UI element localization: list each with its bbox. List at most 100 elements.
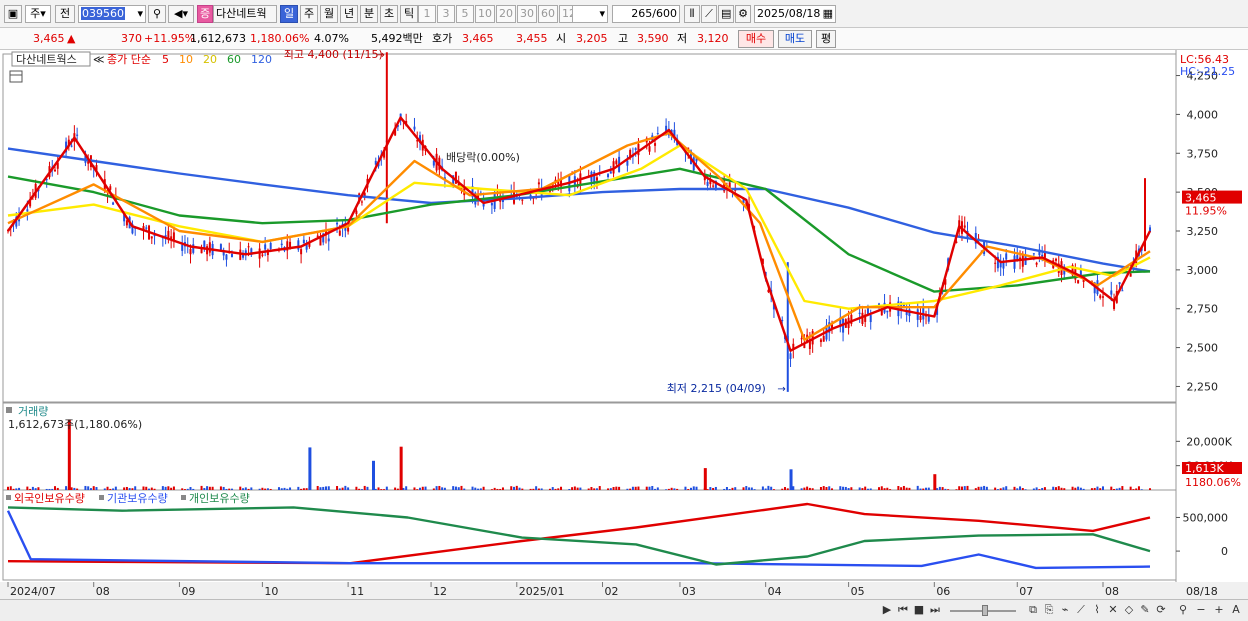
stock-code-input[interactable]: 039560 ▾ [78, 5, 146, 23]
volume-bar [366, 486, 369, 490]
volume-bar [595, 488, 598, 490]
low-annotation: 최저 2,215 (04/09) [667, 382, 766, 395]
period-button[interactable]: 틱 [400, 5, 418, 23]
gear-icon[interactable]: ⚙ [735, 5, 751, 23]
volume-bar [95, 487, 98, 490]
period-button[interactable]: 주 [300, 5, 318, 23]
volume-bar [1135, 488, 1138, 490]
font-size-icon[interactable]: A [1229, 603, 1243, 618]
zoom-icon[interactable]: ⚲ [1176, 603, 1190, 618]
interval-button[interactable]: 60 [538, 5, 558, 23]
calendar-icon[interactable]: ▦ [823, 6, 833, 22]
volume-bar [463, 488, 466, 490]
interval-button[interactable]: 20 [496, 5, 516, 23]
volume-bar [1093, 487, 1096, 490]
volume-bar [1115, 488, 1118, 490]
text-tool-icon[interactable]: ✎ [1138, 603, 1152, 618]
interval-button[interactable]: 3 [437, 5, 455, 23]
zoom-slider[interactable] [948, 603, 1018, 618]
candle-body [327, 238, 330, 242]
candle-body [261, 254, 264, 256]
volume-bar [228, 488, 231, 490]
interval-button[interactable]: 5 [456, 5, 474, 23]
volume-bar [645, 486, 648, 490]
period-button[interactable]: 분 [360, 5, 378, 23]
volume-bar [18, 487, 21, 490]
stock-name[interactable]: 다산네트웍 [213, 5, 277, 23]
candle-body [609, 171, 612, 174]
erase-icon[interactable]: ✕ [1106, 603, 1120, 618]
eval-button[interactable]: 평 [816, 30, 836, 48]
candle-icon[interactable]: ⫴ [684, 5, 700, 23]
price-tick-label: 2,500 [1187, 342, 1219, 355]
zoom-out-icon[interactable]: − [1194, 603, 1208, 618]
volume-bar [902, 485, 905, 490]
market-select[interactable]: 주▾ [25, 5, 51, 23]
last-change-label: 11.95% [1185, 205, 1227, 218]
data-count[interactable]: 265/600 [612, 5, 680, 23]
volume-bar [377, 487, 380, 490]
date-picker[interactable]: 2025/08/18 ▦ [754, 5, 836, 23]
sell-button[interactable]: 매도 [778, 30, 812, 48]
candle-body [208, 242, 211, 253]
volume-bar [161, 486, 164, 490]
scroll-right-icon[interactable]: ▶ [880, 603, 894, 618]
interval-button[interactable]: 30 [517, 5, 537, 23]
first-page-icon[interactable]: ⏮ [896, 603, 910, 618]
volume-bar [103, 488, 106, 490]
next-page-icon[interactable]: ⏭ [928, 603, 942, 618]
volume-bar [861, 488, 864, 490]
line-chart-icon[interactable]: ⟋ [701, 5, 717, 23]
turnover: 4.07% [314, 32, 349, 45]
save-icon[interactable]: ▤ [718, 5, 734, 23]
x-tick-label: 02 [605, 585, 619, 598]
range-button[interactable]: 전 [55, 5, 75, 23]
volume-bar [424, 486, 427, 490]
volume-title: 거래량 [18, 405, 48, 418]
draw-icon[interactable]: ⌁ [1058, 603, 1072, 618]
period-button[interactable]: 월 [320, 5, 338, 23]
candle-body [230, 254, 233, 258]
candle-body [1118, 282, 1121, 285]
interval-button[interactable]: 1 [418, 5, 436, 23]
chart-toolbar: ▣ 주▾ 전 039560 ▾ ⚲ ◀▾ 증 다산네트웍 일주월년분초틱 135… [0, 0, 1248, 28]
volume-bar [1005, 486, 1008, 490]
crosshair-icon[interactable]: ⧉ [1026, 603, 1040, 618]
buy-button[interactable]: 매수 [738, 30, 774, 48]
volume-bar [460, 485, 463, 490]
candle-body [1101, 296, 1104, 298]
holdings-legend-item: 기관보유수량 [107, 492, 168, 505]
shape-icon[interactable]: ◇ [1122, 603, 1136, 618]
volume-bar [1071, 486, 1074, 490]
stock-chart[interactable]: 4,2504,0003,7503,5003,2503,0002,7502,500… [0, 50, 1248, 601]
candle-body [54, 169, 57, 172]
refresh-icon[interactable]: ⟳ [1154, 603, 1168, 618]
sound-icon[interactable]: ◀▾ [168, 5, 194, 23]
trend-icon[interactable]: ⟋ [1074, 603, 1088, 618]
volume-bar [753, 489, 756, 490]
candle-body [300, 249, 303, 255]
stop-icon[interactable]: ■ [912, 603, 926, 618]
candle-body [789, 353, 792, 359]
volume-bar [1063, 488, 1066, 490]
interval-dropdown[interactable]: ▾ [572, 5, 608, 23]
zoom-in-icon[interactable]: + [1212, 603, 1226, 618]
interval-button[interactable]: 10 [475, 5, 495, 23]
window-icon[interactable]: ▣ [4, 5, 22, 23]
copy-icon[interactable]: ⎘ [1042, 603, 1056, 618]
period-button[interactable]: 일 [280, 5, 298, 23]
volume-bar [435, 486, 438, 490]
candle-body [1099, 295, 1102, 298]
candle-body [521, 199, 524, 201]
volume-bar [994, 487, 997, 490]
search-icon[interactable]: ⚲ [148, 5, 166, 23]
period-button[interactable]: 년 [340, 5, 358, 23]
period-button[interactable]: 초 [380, 5, 398, 23]
volume-bar [1060, 487, 1063, 490]
fib-icon[interactable]: ⌇ [1090, 603, 1104, 618]
volume-bar [510, 486, 513, 490]
volume-bar [31, 486, 34, 490]
volume-bar [615, 486, 618, 490]
volume-bar [189, 487, 192, 490]
price-tick-label: 2,750 [1187, 303, 1219, 316]
